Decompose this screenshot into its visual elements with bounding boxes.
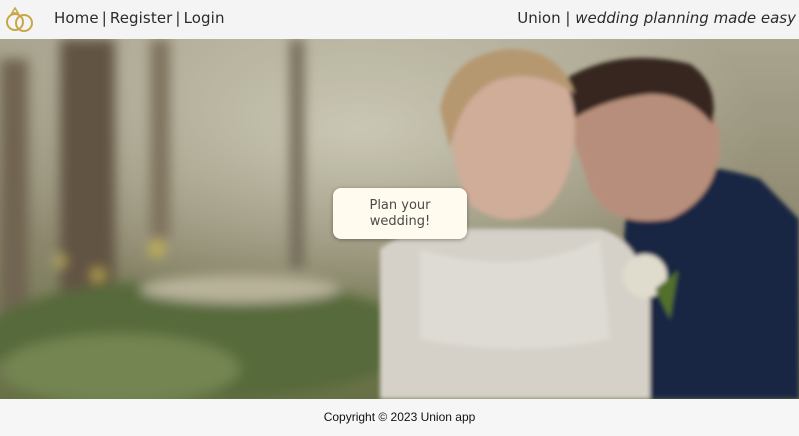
brand-separator: | [565,9,571,27]
top-navigation-bar: Home | Register | Login Union | wedding plan… [0,0,799,39]
nav-separator: | [101,9,107,27]
main-nav: Home | Register | Login [54,9,225,27]
nav-login-link[interactable]: Login [184,9,225,27]
brand-title: Union | wedding planning made easy [517,9,796,27]
footer: Copyright © 2023 Union app [0,399,799,436]
plan-wedding-button[interactable]: Plan your wedding! [333,188,467,239]
nav-home-link[interactable]: Home [54,9,99,27]
brand-name: Union [517,9,561,27]
brand-tagline: wedding planning made easy [575,9,796,27]
nav-separator: | [175,9,181,27]
nav-register-link[interactable]: Register [110,9,173,27]
wedding-rings-icon[interactable] [4,5,36,35]
hero-image: Plan your wedding! [0,39,799,399]
copyright-text: Copyright © 2023 Union app [323,410,476,424]
